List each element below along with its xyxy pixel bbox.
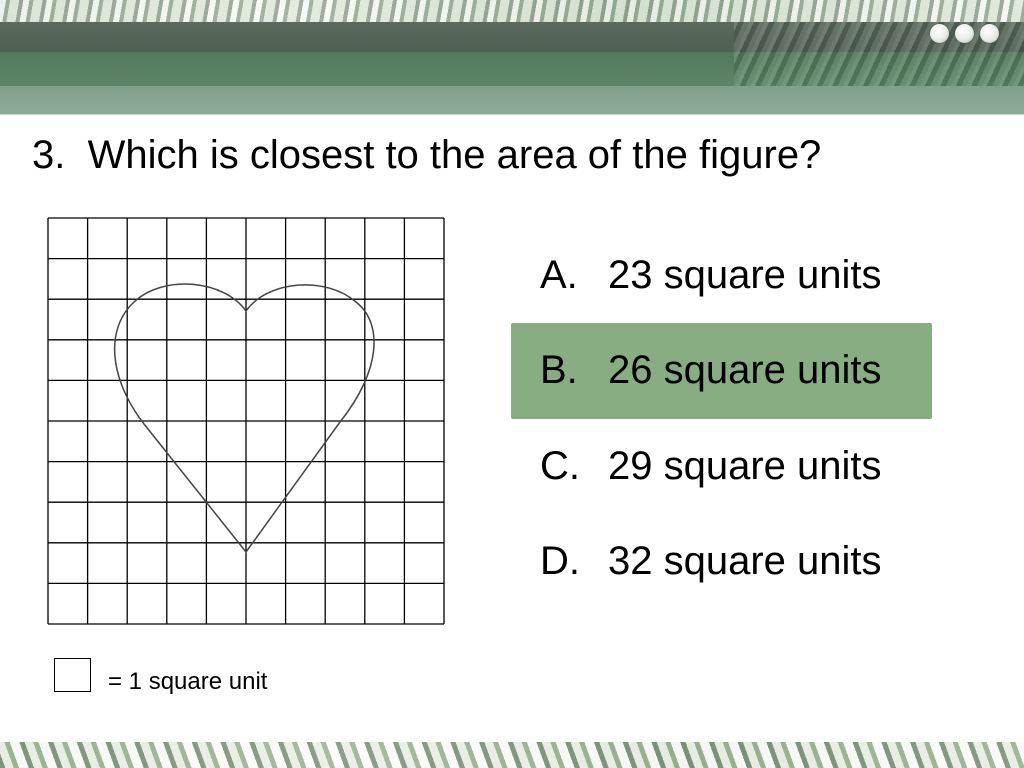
answer-option-a[interactable]: A. 23 square units bbox=[540, 253, 882, 298]
header-band-light bbox=[0, 86, 1024, 115]
circle-icon bbox=[980, 24, 999, 43]
circle-icon bbox=[930, 24, 949, 43]
answer-letter: C. bbox=[540, 444, 580, 488]
question-number: 3. bbox=[32, 133, 66, 177]
unit-square-icon bbox=[54, 658, 91, 692]
grid-figure bbox=[47, 217, 445, 625]
header-foliage bbox=[0, 0, 1024, 22]
answer-text: 23 square units bbox=[608, 253, 882, 297]
answer-text: 26 square units bbox=[608, 348, 882, 392]
answer-option-c[interactable]: C. 29 square units bbox=[540, 444, 882, 489]
answer-option-d[interactable]: D. 32 square units bbox=[540, 539, 882, 584]
answer-letter: D. bbox=[540, 539, 580, 583]
question-title: 3. Which is closest to the area of the f… bbox=[32, 133, 821, 178]
answer-letter: A. bbox=[540, 253, 578, 297]
header-separator bbox=[0, 114, 1024, 115]
answer-option-b[interactable]: B. 26 square units bbox=[540, 348, 882, 393]
heart-shape bbox=[113, 283, 375, 554]
header-dots bbox=[930, 24, 999, 43]
footer-banner bbox=[0, 742, 1024, 768]
circle-icon bbox=[955, 24, 974, 43]
header-banner bbox=[0, 0, 1024, 115]
grid-lines bbox=[47, 217, 445, 625]
legend-label: = 1 square unit bbox=[108, 668, 268, 695]
answer-text: 29 square units bbox=[608, 444, 882, 488]
question-text: Which is closest to the area of the figu… bbox=[87, 133, 822, 177]
answer-letter: B. bbox=[540, 348, 578, 392]
answer-text: 32 square units bbox=[608, 539, 882, 583]
